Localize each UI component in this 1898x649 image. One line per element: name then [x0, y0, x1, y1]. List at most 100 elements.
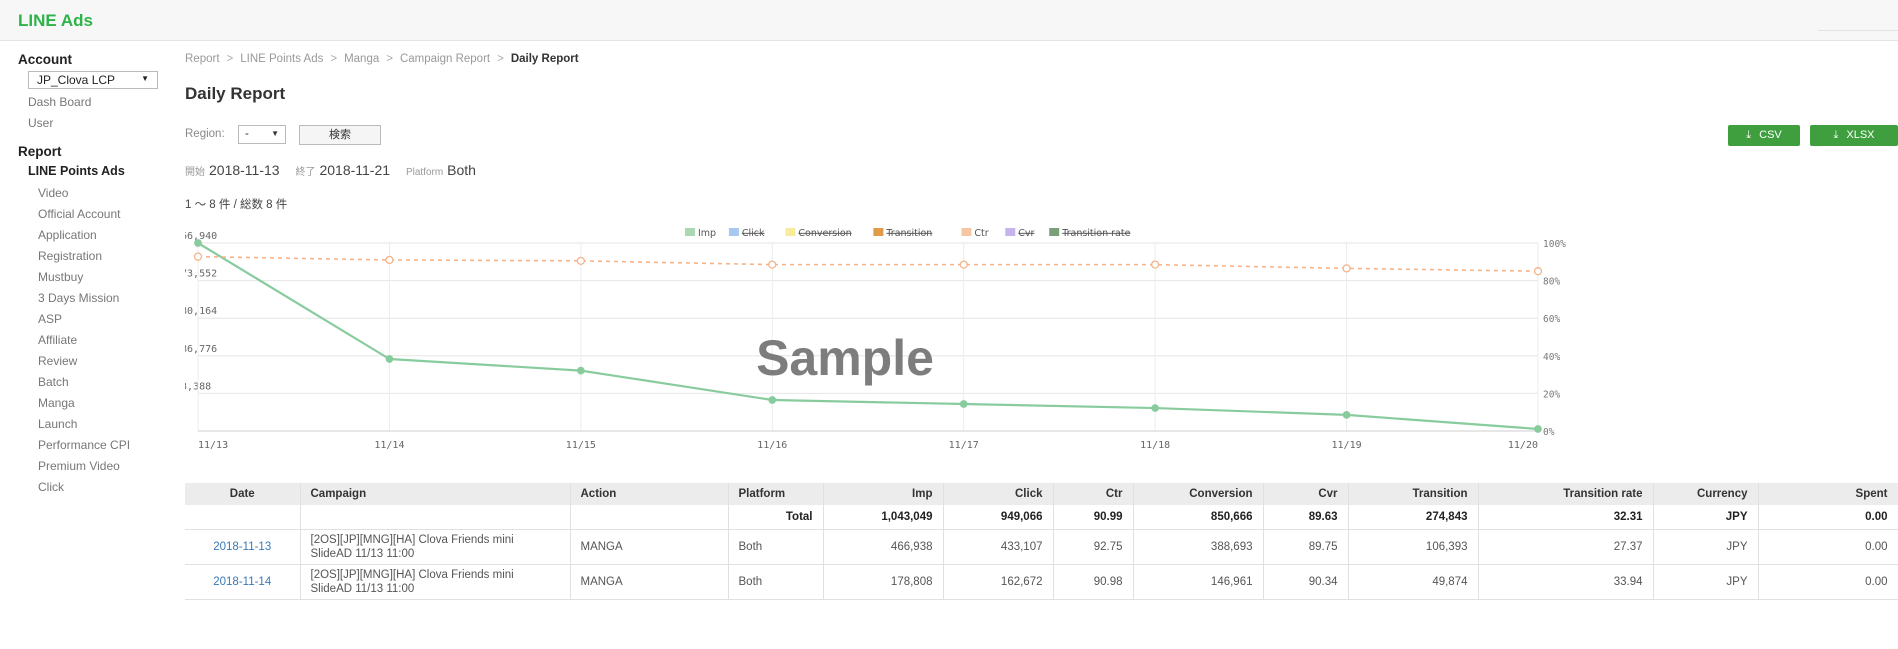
y-tick-label: 373,552 — [185, 269, 217, 280]
sidebar-item-affiliate[interactable]: Affiliate — [38, 333, 77, 347]
breadcrumb-line-points-ads[interactable]: LINE Points Ads — [240, 53, 323, 65]
y2-tick-label: 80% — [1543, 277, 1560, 288]
x-tick-label: 11/19 — [1332, 440, 1362, 451]
col-header-currency[interactable]: Currency — [1653, 483, 1759, 505]
region-select[interactable]: - ▼ — [238, 125, 286, 144]
col-header-imp[interactable]: Imp — [823, 483, 944, 505]
col-header-action[interactable]: Action — [570, 483, 729, 505]
x-tick-label: 11/13 — [198, 440, 228, 451]
sidebar-item-official-account[interactable]: Official Account — [38, 207, 121, 221]
legend-swatch — [728, 228, 739, 236]
row-spent: 0.00 — [1758, 529, 1898, 565]
date-link[interactable]: 2018-11-13 — [213, 541, 271, 553]
row-transition-rate: 27.37 — [1478, 529, 1654, 565]
legend-swatch — [685, 228, 695, 236]
row-platform: Both — [728, 529, 824, 565]
result-count: 1 〜 8 件 / 総数 8 件 — [185, 199, 288, 211]
date-link[interactable]: 2018-11-14 — [213, 576, 271, 588]
sidebar-item-launch[interactable]: Launch — [38, 417, 77, 431]
col-header-cvr[interactable]: Cvr — [1263, 483, 1349, 505]
end-label: 終了 — [295, 167, 316, 178]
dropdown-arrow-icon: ▼ — [141, 74, 149, 83]
campaign-name-cont: SlideAD 11/13 11:00 — [310, 548, 415, 560]
data-point-imp — [385, 355, 394, 363]
sidebar-item-registration[interactable]: Registration — [38, 249, 102, 263]
csv-download-button[interactable]: ⤓ CSV — [1728, 125, 1800, 146]
col-header-campaign[interactable]: Campaign — [300, 483, 571, 505]
col-header-date[interactable]: Date — [185, 483, 301, 505]
search-button[interactable]: 検索 — [299, 125, 381, 145]
sidebar-item-manga[interactable]: Manga — [38, 396, 75, 410]
account-select-value: JP_Clova LCP — [37, 73, 116, 87]
breadcrumb-current: Daily Report — [510, 53, 579, 65]
breadcrumb-campaign-report[interactable]: Campaign Report — [400, 53, 490, 65]
col-header-transition-rate[interactable]: Transition rate — [1478, 483, 1654, 505]
xlsx-label: XLSX — [1846, 129, 1875, 141]
y-tick-label: 186,776 — [185, 344, 217, 355]
top-bar-divider — [1818, 30, 1898, 31]
sidebar-item-mustbuy[interactable]: Mustbuy — [38, 270, 83, 284]
col-header-platform[interactable]: Platform — [728, 483, 824, 505]
sidebar-item-video[interactable]: Video — [38, 186, 68, 200]
account-heading: Account — [18, 52, 72, 67]
row-click: 433,107 — [943, 529, 1054, 565]
legend-swatch — [1049, 228, 1060, 236]
report-table: Date Campaign Action Platform Imp Click … — [185, 483, 1898, 600]
download-icon: ⤓ — [1833, 129, 1839, 141]
row-cvr: 90.34 — [1263, 564, 1349, 600]
platform-value: Both — [447, 162, 476, 178]
sidebar-item-click[interactable]: Click — [38, 480, 64, 494]
legend-item-click: Click — [742, 228, 765, 239]
col-header-ctr[interactable]: Ctr — [1053, 483, 1134, 505]
row-imp: 178,808 — [823, 564, 944, 600]
start-date: 2018-11-13 — [209, 162, 280, 178]
sidebar-item-3-days-mission[interactable]: 3 Days Mission — [38, 291, 119, 305]
total-transition-rate: 32.31 — [1478, 505, 1654, 530]
row-transition: 49,874 — [1348, 564, 1479, 600]
main-content: Report > LINE Points Ads > Manga > Campaign Re… — [185, 40, 1898, 649]
sidebar-item-dashboard[interactable]: Dash Board — [28, 95, 91, 109]
table-row: 2018-11-13 [2OS][JP][MNG][HA] Clova Frie… — [185, 529, 1898, 565]
table-row: 2018-11-14 [2OS][JP][MNG][HA] Clova Frie… — [185, 564, 1898, 600]
xlsx-download-button[interactable]: ⤓ XLSX — [1810, 125, 1898, 146]
breadcrumb-separator: > — [330, 53, 338, 65]
top-bar: LINE Ads — [0, 0, 1898, 41]
row-currency: JPY — [1653, 564, 1759, 600]
total-conversion: 850,666 — [1133, 505, 1264, 530]
col-header-transition[interactable]: Transition — [1348, 483, 1479, 505]
breadcrumb-report[interactable]: Report — [185, 53, 220, 65]
sidebar-item-application[interactable]: Application — [38, 228, 97, 242]
sidebar-item-review[interactable]: Review — [38, 354, 77, 368]
row-spent: 0.00 — [1758, 564, 1898, 600]
col-header-conversion[interactable]: Conversion — [1133, 483, 1264, 505]
data-point-imp — [1342, 411, 1351, 419]
legend-item-ctr: Ctr — [974, 228, 988, 239]
row-date-link[interactable]: 2018-11-14 — [185, 564, 301, 600]
sidebar-item-user[interactable]: User — [28, 116, 53, 130]
total-click: 949,066 — [943, 505, 1054, 530]
legend-item-transition-rate: Transition rate — [1061, 228, 1130, 239]
account-select[interactable]: JP_Clova LCP ▼ — [28, 71, 158, 89]
col-header-click[interactable]: Click — [943, 483, 1054, 505]
breadcrumb-separator: > — [497, 53, 504, 65]
row-click: 162,672 — [943, 564, 1054, 600]
y2-tick-label: 40% — [1543, 352, 1560, 363]
report-meta: 開始 2018-11-13 終了 2018-11-21 Platform Both — [185, 162, 476, 178]
row-date-link[interactable]: 2018-11-13 — [185, 529, 301, 565]
sidebar-item-performance-cpi[interactable]: Performance CPI — [38, 438, 130, 452]
brand-logo[interactable]: LINE Ads — [18, 11, 93, 31]
sidebar-group-line-points-ads[interactable]: LINE Points Ads — [28, 164, 125, 178]
data-point-ctr — [576, 256, 586, 266]
breadcrumb-manga[interactable]: Manga — [344, 53, 379, 65]
sidebar-item-asp[interactable]: ASP — [38, 312, 62, 326]
sidebar-item-batch[interactable]: Batch — [38, 375, 69, 389]
report-heading: Report — [18, 144, 62, 159]
end-date: 2018-11-21 — [319, 162, 391, 178]
data-point-ctr — [1342, 264, 1351, 273]
y2-tick-label: 20% — [1543, 389, 1560, 400]
total-currency: JPY — [1653, 505, 1759, 530]
col-header-spent[interactable]: Spent — [1758, 483, 1898, 505]
legend-item-imp: Imp — [698, 228, 716, 239]
table-header-row: Date Campaign Action Platform Imp Click … — [185, 483, 1898, 505]
sidebar-item-premium-video[interactable]: Premium Video — [38, 459, 120, 473]
